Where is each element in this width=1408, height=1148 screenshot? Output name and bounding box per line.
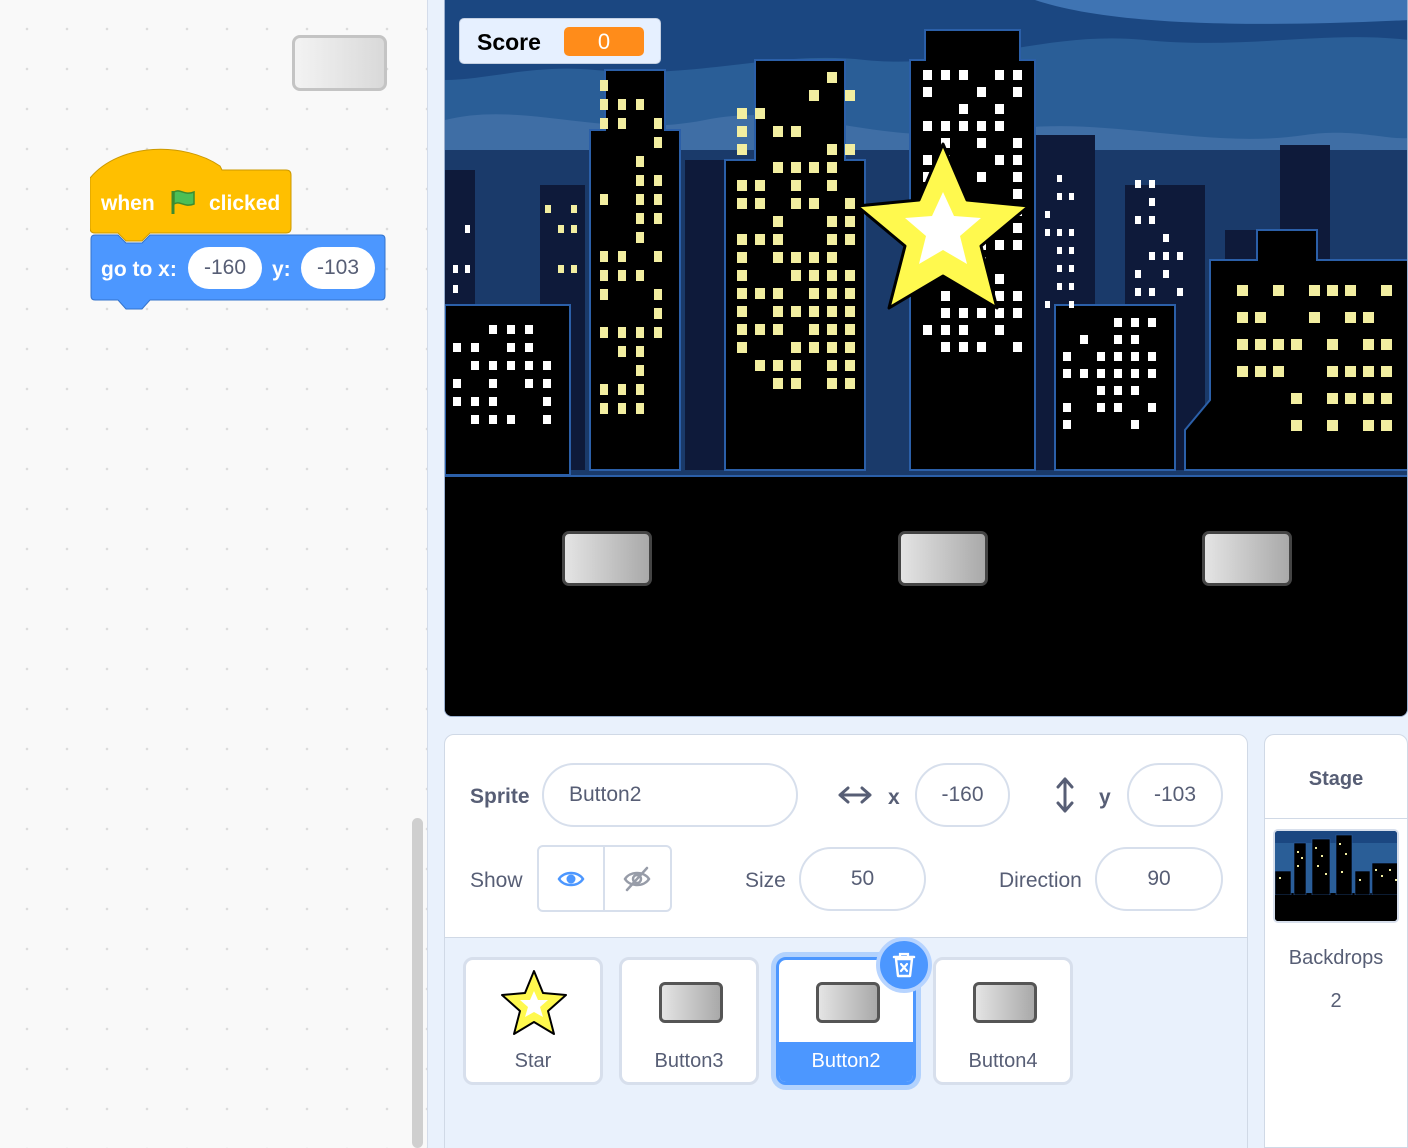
backdrop-thumbnail[interactable]	[1273, 829, 1399, 923]
clicked-label: clicked	[209, 192, 281, 215]
sprite-tile-name: Star	[514, 1050, 552, 1072]
y-position-field[interactable]: -103	[1127, 763, 1223, 827]
eye-slash-icon	[623, 866, 651, 891]
direction-label: Direction	[999, 869, 1082, 892]
city-night-backdrop	[445, 0, 1407, 716]
stage-target-pane[interactable]: Stage Backdrops 2	[1264, 734, 1408, 1148]
button2-sprite[interactable]	[898, 531, 988, 586]
button-icon	[659, 982, 723, 1023]
size-field[interactable]: 50	[799, 847, 926, 911]
direction-field[interactable]: 90	[1095, 847, 1223, 911]
sprite-tile-button4[interactable]: Button4	[933, 957, 1073, 1085]
sprite-label: Sprite	[470, 785, 530, 808]
show-toggle	[537, 845, 672, 912]
sprite-name-field[interactable]: Button2	[542, 763, 798, 827]
sprite-info-pane: Sprite Button2 x -160 y -103 Show Size 5…	[444, 734, 1248, 1148]
y-input[interactable]: -103	[301, 247, 375, 289]
sprite-tile-star[interactable]: Star	[463, 957, 603, 1085]
when-label: when	[101, 192, 155, 215]
backdrops-count: 2	[1330, 990, 1342, 1012]
stage-title: Stage	[1265, 735, 1407, 819]
show-label: Show	[470, 869, 523, 892]
button3-sprite[interactable]	[562, 531, 652, 586]
go-to-xy-block[interactable]: go to x: -160 y: -103	[90, 234, 386, 312]
show-visible-button[interactable]	[539, 847, 605, 910]
sprite-tile-name: Button2	[811, 1050, 881, 1072]
code-scrollbar[interactable]	[412, 818, 423, 1148]
y-label: y:	[272, 258, 291, 281]
button4-sprite[interactable]	[1202, 531, 1292, 586]
code-area[interactable]: when clicked go to x: -160 y: -103	[0, 0, 428, 1148]
green-flag-icon	[168, 188, 196, 216]
score-label: Score	[477, 29, 541, 55]
x-input[interactable]: -160	[188, 247, 262, 289]
horizontal-arrow-icon	[838, 785, 872, 810]
x-position-field[interactable]: -160	[915, 763, 1010, 827]
sprite-tile-name: Button4	[968, 1050, 1038, 1072]
vertical-arrow-icon	[1055, 777, 1075, 818]
backdrops-label: Backdrops	[1288, 947, 1384, 969]
score-value: 0	[564, 27, 644, 56]
sprite-preview-thumbnail	[292, 35, 387, 91]
sprite-list: Star Button3 Button2 Button4	[445, 937, 1247, 1148]
when-flag-clicked-block[interactable]: when clicked	[90, 148, 292, 242]
button-icon	[816, 982, 880, 1023]
x-label: x	[888, 786, 900, 809]
sprite-tile-button3[interactable]: Button3	[619, 957, 759, 1085]
star-icon	[466, 960, 600, 1044]
eye-icon	[557, 871, 585, 886]
button-icon	[973, 982, 1037, 1023]
go-to-label: go to x:	[101, 258, 177, 281]
delete-sprite-button[interactable]	[876, 937, 932, 993]
trash-icon	[892, 952, 916, 978]
size-label: Size	[745, 869, 786, 892]
show-hidden-button[interactable]	[605, 847, 671, 910]
y-label: y	[1099, 786, 1111, 809]
score-variable-monitor[interactable]: Score 0	[459, 18, 661, 64]
stage-canvas[interactable]: Score 0	[444, 0, 1408, 717]
sprite-tile-name: Button3	[654, 1050, 724, 1072]
